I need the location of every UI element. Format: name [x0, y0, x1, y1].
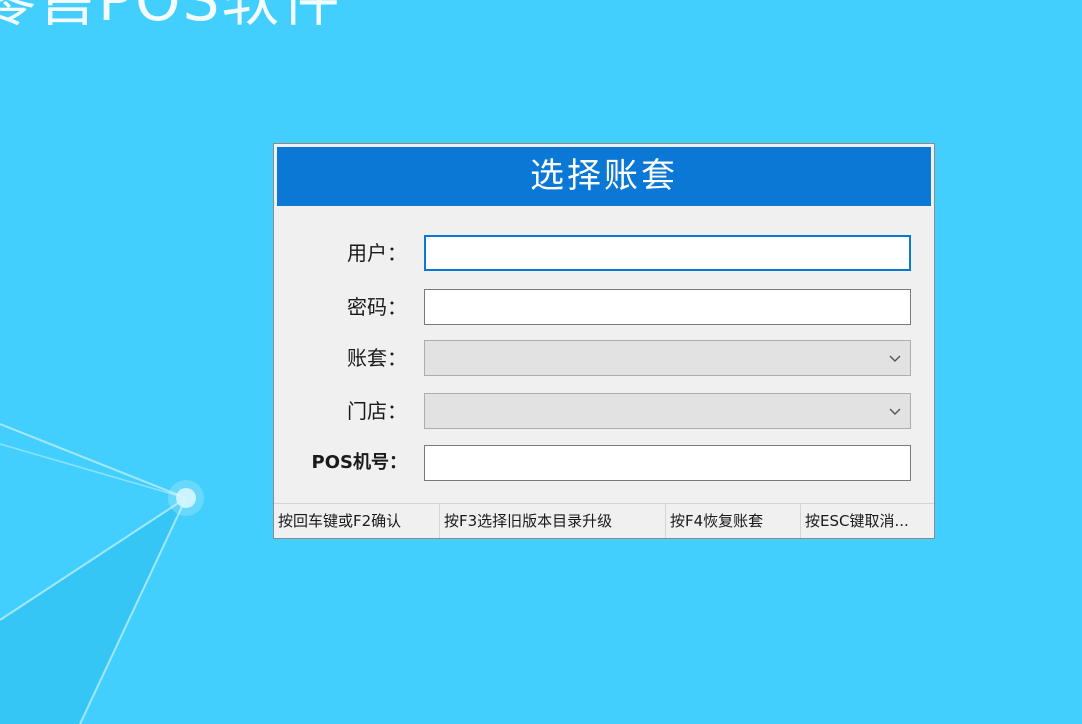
user-row: 用户： — [274, 235, 936, 271]
account-set-select[interactable] — [424, 340, 911, 376]
account-set-row: 账套： — [274, 340, 936, 376]
pos-number-label: POS机号： — [311, 452, 407, 473]
store-row: 门店： — [274, 393, 936, 429]
select-account-set-dialog: 选择账套 用户： 密码： 账套： 门店： POS机号： 按回车键或F2确认 按F… — [273, 143, 935, 539]
background-decoration — [0, 423, 204, 724]
status-cancel-hint: 按ESC键取消... — [805, 512, 909, 530]
password-label: 密码： — [347, 295, 407, 319]
chevron-down-icon — [889, 408, 901, 415]
pos-number-input[interactable] — [424, 445, 911, 481]
status-confirm-hint: 按回车键或F2确认 — [274, 504, 440, 538]
store-select[interactable] — [424, 393, 911, 429]
password-input[interactable] — [424, 289, 911, 325]
pos-number-row: POS机号： — [274, 445, 936, 481]
background-app-title: 零售POS软件 — [0, 0, 342, 34]
store-label: 门店： — [347, 399, 407, 423]
status-bar: 按回车键或F2确认 按F3选择旧版本目录升级 按F4恢复账套 按ESC键取消..… — [274, 503, 934, 538]
account-set-label: 账套： — [347, 346, 407, 370]
status-upgrade-hint: 按F3选择旧版本目录升级 — [440, 504, 666, 538]
user-input[interactable] — [424, 235, 911, 271]
status-restore-hint: 按F4恢复账套 — [666, 504, 801, 538]
chevron-down-icon — [889, 355, 901, 362]
user-label: 用户： — [347, 241, 407, 265]
dialog-title: 选择账套 — [277, 147, 931, 206]
password-row: 密码： — [274, 289, 936, 325]
